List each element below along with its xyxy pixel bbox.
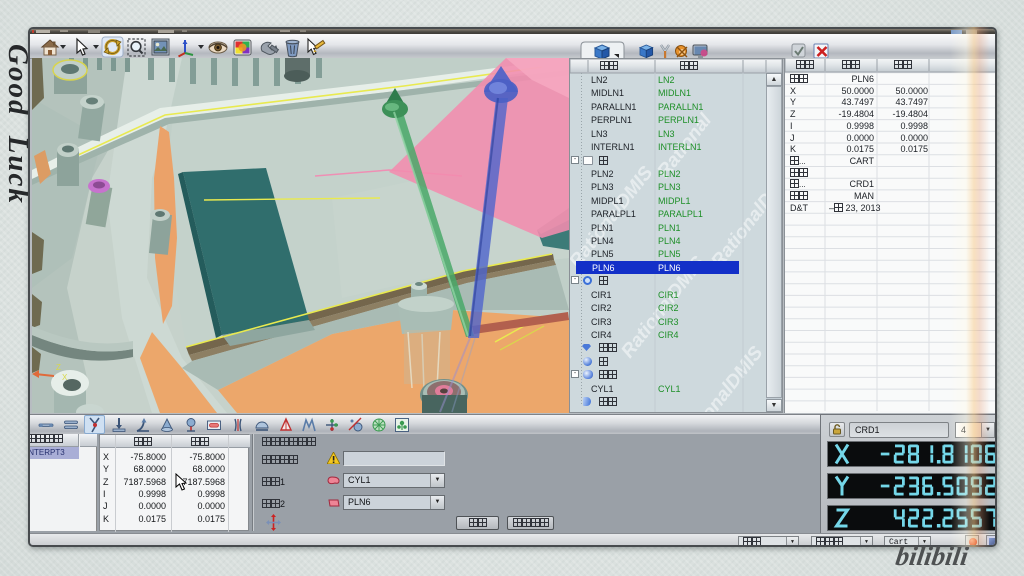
svg-text:Z: Z [56, 363, 61, 372]
svg-text:X: X [62, 373, 68, 382]
